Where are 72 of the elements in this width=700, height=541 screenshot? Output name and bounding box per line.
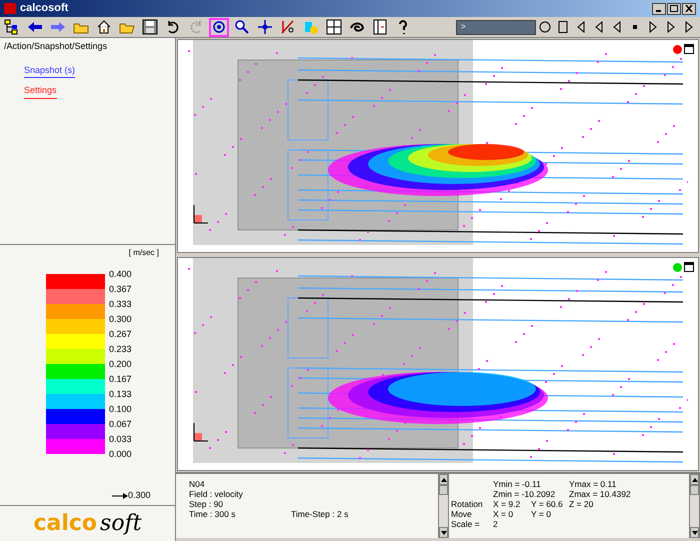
reference-arrow-value: 0.300 (128, 489, 151, 502)
unit-label: [ m/sec ] (128, 247, 159, 259)
panel-icon (372, 19, 388, 35)
grid-tool[interactable] (324, 18, 344, 36)
redo-icon (188, 19, 204, 35)
time-label: Time : 300 s (189, 509, 236, 519)
node-label: N04 (189, 479, 206, 489)
save-disk-tool[interactable] (140, 18, 160, 36)
legend-value: 0.367 (109, 283, 132, 296)
minimize-button[interactable] (652, 2, 666, 14)
filmstrip-icon (557, 21, 569, 33)
timer-icon (539, 21, 551, 33)
scale-label: Scale = (451, 519, 481, 529)
legend-value: 0.033 (109, 433, 132, 446)
legend-value: 0.333 (109, 298, 132, 311)
step-back-icon (593, 21, 605, 33)
play-icon (647, 21, 659, 33)
move-x: X = 0 (493, 509, 514, 519)
breadcrumb-path: /Action/Snapshot/Settings (4, 40, 108, 53)
maximize-icon (670, 5, 678, 12)
move-y: Y = 0 (531, 509, 552, 519)
legend-value: 0.233 (109, 343, 132, 356)
range-min: Ymin = -0.11 (493, 479, 542, 489)
window-title: calcosoft (20, 1, 68, 16)
logo-text: calco (33, 510, 98, 538)
range-min: Zmin = -10.2092 (493, 489, 556, 499)
timeline-marker: > (461, 21, 466, 33)
step-forward-icon (665, 21, 677, 33)
close-button[interactable] (682, 2, 696, 14)
move-tool[interactable] (255, 18, 275, 36)
move-icon (257, 19, 273, 35)
rotation-label: Rotation (451, 499, 484, 509)
vertical-scrollbar[interactable] (438, 474, 449, 538)
rotation-x: X = 9.2 (493, 499, 522, 509)
scale-value: 2 (493, 519, 499, 529)
time-step-label: Time-Step : 2 s (291, 509, 348, 519)
step-label: Step : 90 (189, 499, 224, 509)
legend-value: 0.300 (109, 313, 132, 326)
timeline-slider[interactable]: > (456, 20, 536, 34)
legend-value: 0.100 (109, 403, 132, 416)
app-logo-icon (4, 3, 16, 14)
logo-text: soft (100, 510, 142, 538)
back-arrow-icon (27, 19, 43, 35)
range-max: Zmax = 10.4392 (569, 489, 632, 499)
legend-value: 0.133 (109, 388, 132, 401)
move-label: Move (451, 509, 473, 519)
legend-value: 0.400 (109, 268, 132, 281)
forward-arrow-icon (50, 19, 66, 35)
close-icon (685, 5, 693, 12)
arrow-icon (112, 492, 128, 499)
zoom-icon (234, 19, 250, 35)
navigation-link[interactable]: Settings (24, 84, 57, 98)
legend-value: 0.067 (109, 418, 132, 431)
maximize-button[interactable] (667, 2, 681, 14)
shapes-icon (303, 19, 319, 35)
legend-value: 0.000 (109, 448, 132, 461)
rotation-y: Y = 60.6 (531, 499, 564, 509)
navigation-link[interactable]: Snapshot (s) (24, 64, 76, 78)
scroll-thumb (439, 485, 448, 495)
range-max: Ymax = 0.11 (569, 479, 618, 489)
home-icon (96, 19, 112, 35)
vertical-scrollbar[interactable] (689, 474, 700, 538)
legend-value: 0.167 (109, 373, 132, 386)
maximize-button[interactable] (684, 262, 694, 272)
field-label: Field : velocity (189, 489, 244, 499)
grid-icon (326, 19, 342, 35)
tree-icon (4, 19, 20, 35)
legend-value: 0.267 (109, 328, 132, 341)
maximize-button[interactable] (684, 44, 694, 54)
rotation-z: Z = 20 (569, 499, 594, 509)
play-reverse-icon (611, 21, 623, 33)
legend-value: 0.200 (109, 358, 132, 371)
